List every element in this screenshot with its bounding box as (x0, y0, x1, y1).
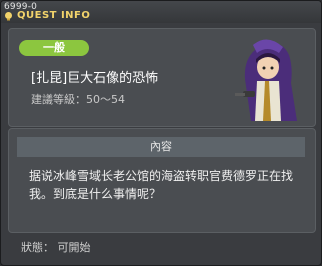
quest-info-window: 6999-0 QUEST INFO 一般 [扎昆]巨大石像的恐怖 建議等級：50… (0, 0, 322, 266)
quest-type-badge: 一般 (19, 40, 89, 56)
quest-bulb-icon (5, 12, 12, 21)
content-section-header: 內容 (17, 137, 305, 157)
recommended-level: 建議等級：50～54 (31, 93, 125, 106)
quest-content-panel: 內容 据说冰峰雪域长老公馆的海盗转职官费德罗正在找我。到底是什么事情呢？ (8, 128, 316, 233)
title-bar[interactable]: 6999-0 QUEST INFO (1, 1, 321, 23)
quest-status: 狀態： 可開始 (21, 241, 91, 254)
quest-description: 据说冰峰雪域长老公馆的海盗转职官费德罗正在找我。到底是什么事情呢？ (29, 169, 294, 201)
quest-name: [扎昆]巨大石像的恐怖 (31, 71, 159, 86)
quest-summary-panel: 一般 [扎昆]巨大石像的恐怖 建議等級：50～54 (8, 28, 316, 127)
npc-portrait (235, 39, 297, 121)
window-title: QUEST INFO (17, 10, 91, 21)
